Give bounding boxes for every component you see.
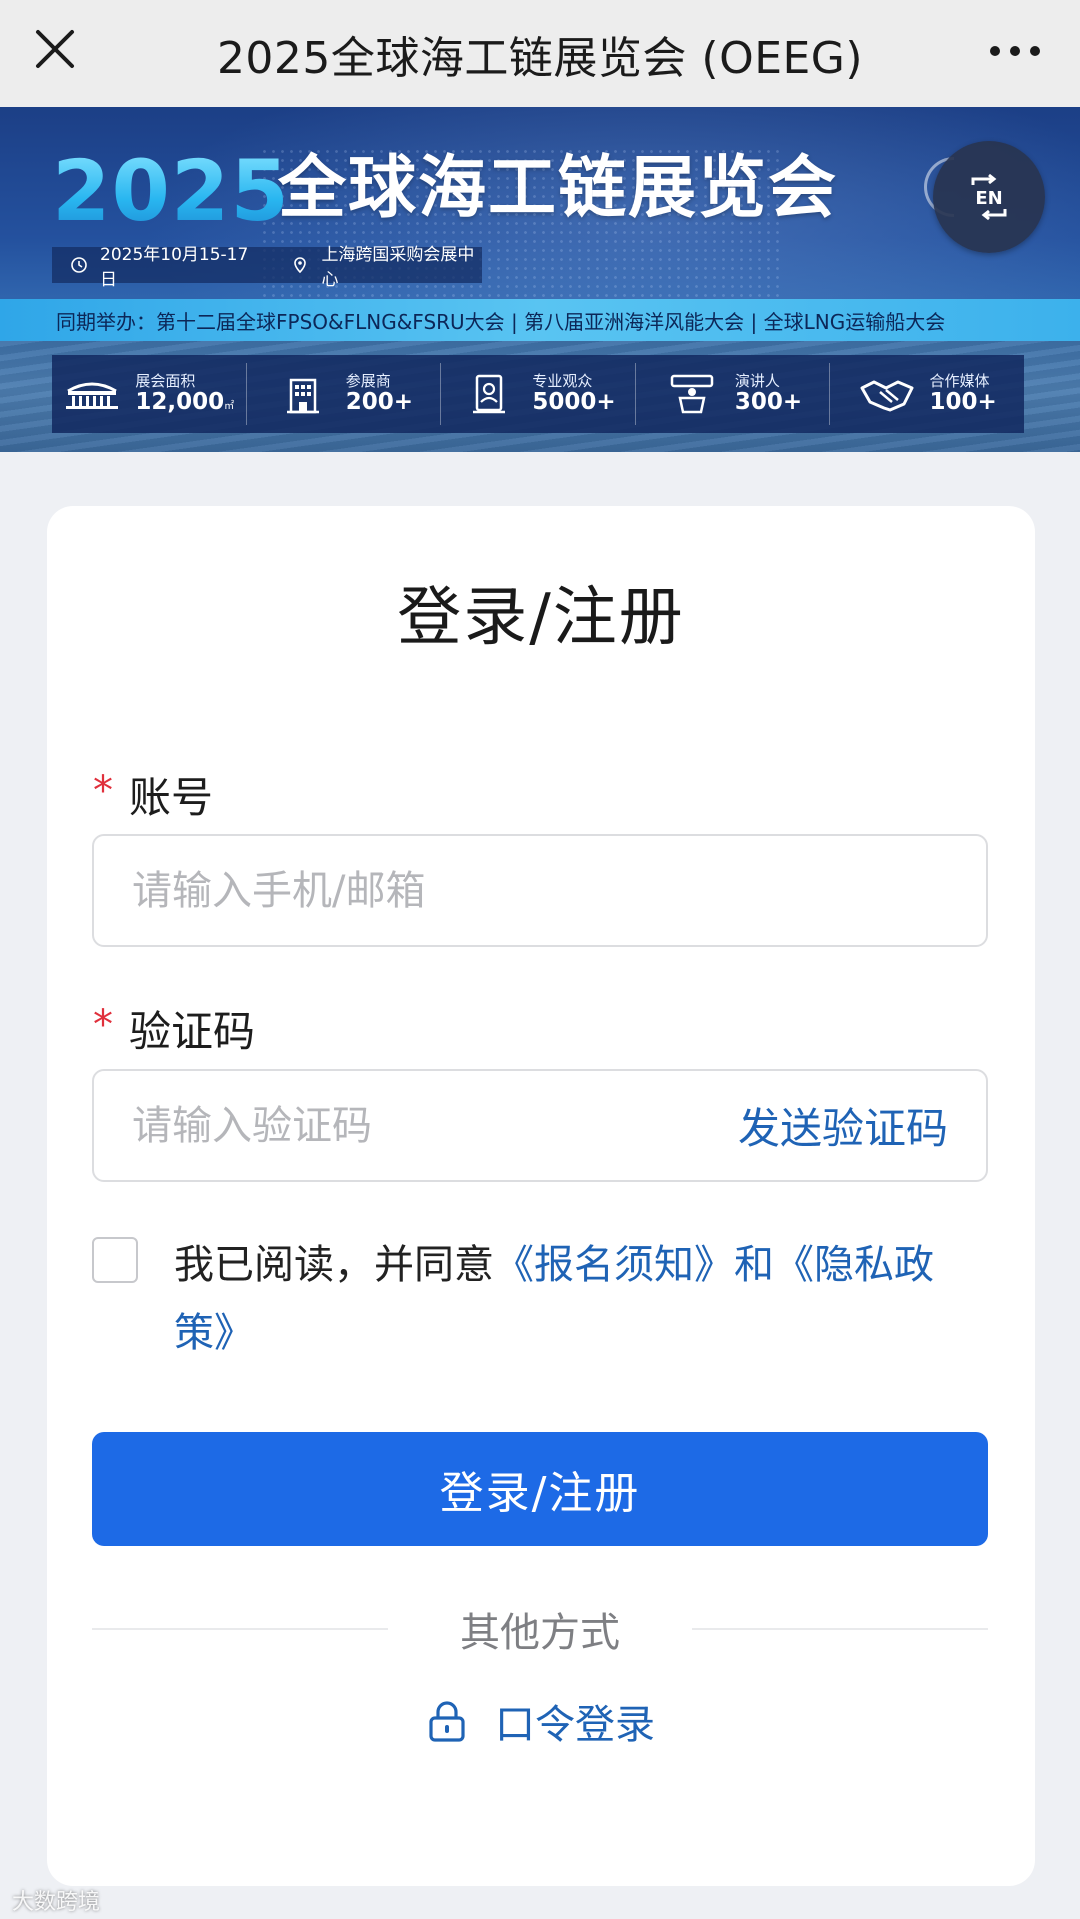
close-button[interactable] xyxy=(28,22,82,76)
more-dots-icon xyxy=(990,46,1040,56)
stat-value: 5000+ xyxy=(532,388,616,415)
stat-value: 100+ xyxy=(929,388,997,415)
lang-label: EN xyxy=(975,188,1002,209)
podium-icon xyxy=(663,372,721,416)
banner-year: 2025 xyxy=(52,142,290,240)
stat-value: 12,000 xyxy=(135,388,225,415)
agreement-text: 我已阅读，并同意《报名须知》和《隐私政策》 xyxy=(174,1231,964,1367)
watermark: 大数跨境 xyxy=(12,1890,101,1915)
stat-label: 合作媒体 xyxy=(929,372,990,391)
close-icon xyxy=(36,30,74,68)
lock-icon xyxy=(429,1701,465,1742)
stat-label: 演讲人 xyxy=(734,372,780,391)
stat-value: 300+ xyxy=(734,388,803,415)
account-field[interactable] xyxy=(92,834,988,947)
agreement-checkbox[interactable] xyxy=(92,1237,138,1283)
banner-event-name: 全球海工链展览会 xyxy=(278,149,839,228)
stadium-icon xyxy=(63,372,121,416)
login-register-button[interactable]: 登录/注册 xyxy=(92,1432,988,1546)
stat-visitors: 专业观众 5000+ xyxy=(441,363,636,425)
page-title: 2025全球海工链展览会 (OEEG) xyxy=(216,32,864,84)
stat-speakers: 演讲人 300+ xyxy=(636,363,831,425)
stat-exhibitors: 参展商 200+ xyxy=(247,363,442,425)
event-banner[interactable]: 2025 全球海工链展览会 2025年10月15-17日 上海跨国采购会展中心 … xyxy=(0,107,1080,452)
send-code-button[interactable]: 发送验证码 xyxy=(738,1095,948,1156)
location-pin-icon xyxy=(291,256,309,274)
more-button[interactable] xyxy=(980,26,1050,76)
banner-cohost-strip: 同期举办：第十二届全球FPSO&FLNG&FSRU大会 | 第八届亚洲海洋风能大… xyxy=(0,299,1080,341)
code-field[interactable]: 发送验证码 xyxy=(92,1069,988,1182)
registration-notice-link[interactable]: 《报名须知》 xyxy=(494,1242,734,1288)
agreement-connector: 和 xyxy=(734,1242,774,1288)
account-input[interactable] xyxy=(132,867,948,914)
badge-icon xyxy=(460,372,518,416)
stat-media: 合作媒体 100+ xyxy=(830,363,1024,425)
banner-stats: 展会面积 12,000㎡ 参展商 200+ 专业观众 5000+ 演讲人 300… xyxy=(52,355,1024,433)
required-mark: * xyxy=(93,767,113,814)
banner-date: 2025年10月15-17日 xyxy=(100,245,249,290)
stat-label: 专业观众 xyxy=(532,372,593,391)
title-bar: 2025全球海工链展览会 (OEEG) xyxy=(0,0,1080,107)
language-toggle-button[interactable]: EN xyxy=(933,141,1045,253)
stat-value: 200+ xyxy=(345,388,414,415)
stat-area: 展会面积 12,000㎡ xyxy=(52,363,247,425)
handshake-icon xyxy=(858,372,916,416)
account-label: * 账号 xyxy=(93,764,213,825)
banner-venue: 上海跨国采购会展中心 xyxy=(321,245,475,290)
stat-label: 展会面积 xyxy=(135,372,196,391)
code-label: * 验证码 xyxy=(93,998,255,1059)
banner-info-strip: 2025年10月15-17日 上海跨国采购会展中心 xyxy=(52,245,482,290)
clock-icon xyxy=(70,256,88,274)
passcode-login-button[interactable]: 口令登录 xyxy=(47,1692,1035,1750)
agreement-prefix: 我已阅读，并同意 xyxy=(174,1242,494,1288)
divider-line xyxy=(92,1628,388,1630)
stat-label: 参展商 xyxy=(345,372,391,391)
stat-unit: ㎡ xyxy=(224,400,235,412)
translate-icon: EN xyxy=(971,173,1007,221)
other-methods-divider: 其他方式 xyxy=(92,1604,988,1656)
divider-label: 其他方式 xyxy=(460,1610,620,1656)
divider-line xyxy=(692,1628,988,1630)
passcode-login-label: 口令登录 xyxy=(495,1702,655,1748)
building-icon xyxy=(274,372,332,416)
login-card: 登录/注册 * 账号 * 验证码 发送验证码 我已阅读，并同意《报名须知》和《隐… xyxy=(47,506,1035,1886)
account-label-text: 账号 xyxy=(129,773,214,822)
form-heading: 登录/注册 xyxy=(397,581,685,655)
code-input[interactable] xyxy=(132,1102,738,1149)
required-mark: * xyxy=(93,1001,113,1048)
code-label-text: 验证码 xyxy=(129,1007,256,1056)
